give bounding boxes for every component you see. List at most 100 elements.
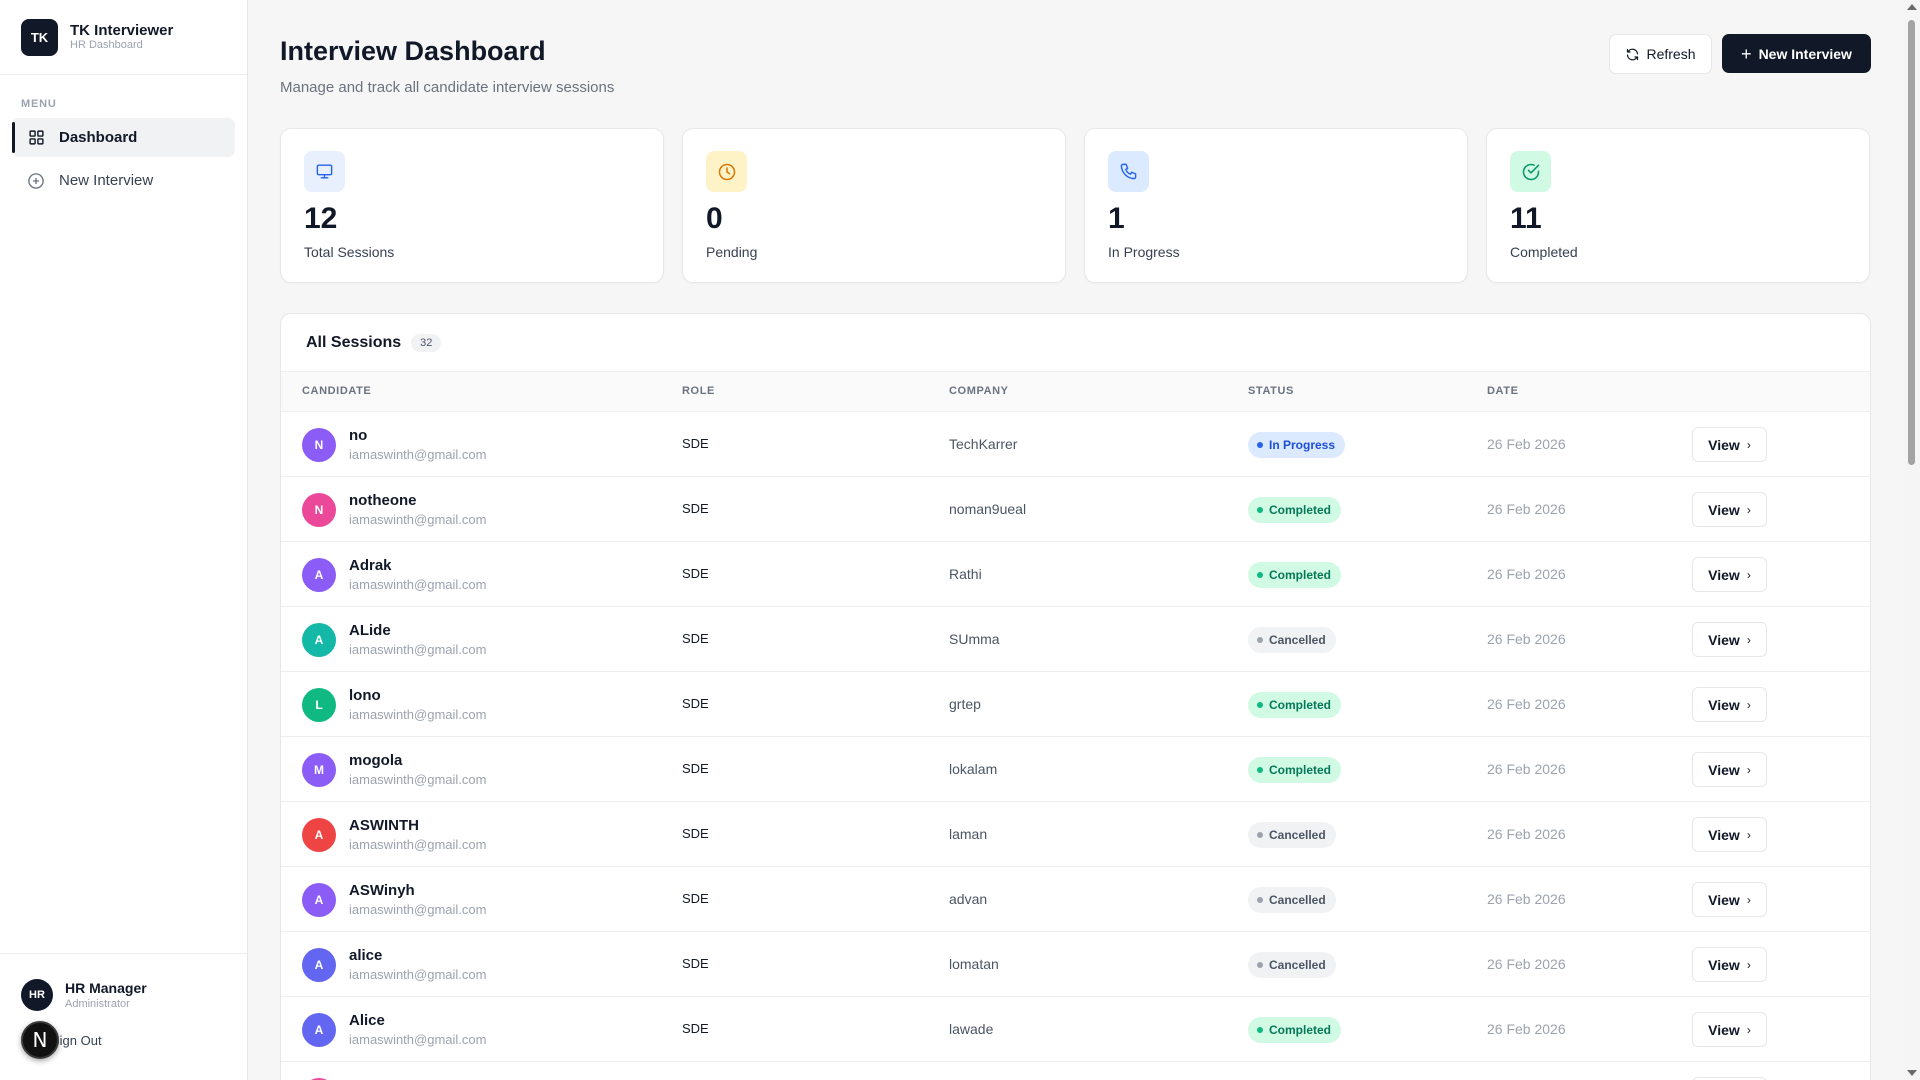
chevron-right-icon: ›	[1746, 762, 1751, 777]
company-cell: grtep	[949, 696, 981, 712]
status-badge: Cancelled	[1248, 887, 1336, 913]
stat-value: 12	[304, 202, 338, 235]
refresh-label: Refresh	[1646, 46, 1696, 62]
sidebar: TK TK Interviewer HR Dashboard MENU Dash…	[0, 0, 248, 1080]
company-cell: lokalam	[949, 761, 998, 777]
candidate-name: alice	[349, 947, 383, 964]
role-cell: SDE	[682, 956, 709, 971]
view-button[interactable]: View ›	[1692, 817, 1767, 852]
table-row[interactable]: A Alice iamaswinth@gmail.com SDE lawade Compl…	[281, 997, 1870, 1062]
grid-icon	[26, 128, 46, 148]
column-header-company: COMPANY	[949, 385, 1009, 397]
status-dot	[1257, 572, 1263, 578]
status-label: Completed	[1269, 503, 1332, 517]
stat-card-total-sessions: 12 Total Sessions	[280, 128, 664, 283]
brand[interactable]: TK TK Interviewer HR Dashboard	[0, 0, 247, 75]
sidebar-nav: Dashboard New Interview	[0, 112, 247, 200]
status-dot	[1257, 832, 1263, 838]
table-row[interactable]: Nnotheone iamaswinth@gmail.com SDE noman9ue…	[281, 477, 1870, 542]
date-cell: 26 Feb 2026	[1487, 436, 1566, 452]
candidate-email: iamaswinth@gmail.com	[349, 447, 487, 462]
candidate-email: iamaswinth@gmail.com	[349, 902, 487, 917]
monitor-icon	[304, 151, 345, 192]
clock-icon	[706, 151, 747, 192]
view-button[interactable]: View ›	[1692, 1012, 1767, 1047]
view-label: View	[1708, 631, 1740, 648]
sidebar-item-label: Dashboard	[59, 129, 138, 146]
company-cell: Rathi	[949, 566, 982, 582]
chevron-right-icon: ›	[1746, 502, 1751, 517]
company-cell: lawade	[949, 1021, 994, 1037]
table-row[interactable]: A ALide iamaswinth@gmail.com SDE SUmma Cancel…	[281, 607, 1870, 672]
status-label: Cancelled	[1269, 828, 1326, 842]
view-button[interactable]: View ›	[1692, 687, 1767, 722]
role-cell: SDE	[682, 436, 709, 451]
user-role: Administrator	[65, 997, 130, 1010]
sessions-table: All Sessions 32 CANDIDATE ROLE COMPANY S…	[280, 313, 1871, 1080]
floating-n-badge[interactable]: N	[21, 1021, 59, 1059]
table-row[interactable]: Mmogola iamaswinth@gmail.com SDE lokalam Com…	[281, 737, 1870, 802]
role-cell: SDE	[682, 891, 709, 906]
refresh-icon	[1627, 48, 1639, 60]
date-cell: 26 Feb 2026	[1487, 1021, 1566, 1037]
stat-label: Total Sessions	[304, 244, 395, 260]
view-button[interactable]: View ›	[1692, 557, 1767, 592]
new-interview-label: New Interview	[1758, 45, 1852, 62]
status-dot	[1257, 442, 1263, 448]
table-row[interactable]: Llono iamaswinth@gmail.com SDE grtep Complet…	[281, 672, 1870, 737]
table-row[interactable]: Aalice iamaswinth@gmail.com SDE lomatan Canc…	[281, 932, 1870, 997]
plus-circle-icon	[26, 171, 46, 191]
page-scrollbar[interactable]	[1903, 0, 1920, 1080]
status-badge: Completed	[1248, 497, 1342, 523]
date-cell: 26 Feb 2026	[1487, 826, 1566, 842]
role-cell: SDE	[682, 696, 709, 711]
date-cell: 26 Feb 2026	[1487, 631, 1566, 647]
date-cell: 26 Feb 2026	[1487, 696, 1566, 712]
company-cell: laman	[949, 826, 988, 842]
view-button[interactable]: View ›	[1692, 427, 1767, 462]
view-label: View	[1708, 761, 1740, 778]
table-row[interactable]	[281, 1062, 1870, 1080]
scroll-up-arrow[interactable]	[1907, 4, 1917, 10]
sidebar-item-dashboard[interactable]: Dashboard	[12, 118, 235, 157]
view-button[interactable]: View ›	[1692, 622, 1767, 657]
company-cell: noman9ueal	[949, 501, 1027, 517]
status-label: Cancelled	[1269, 958, 1326, 972]
view-button[interactable]: View ›	[1692, 752, 1767, 787]
date-cell: 26 Feb 2026	[1487, 891, 1566, 907]
stat-label: In Progress	[1108, 244, 1180, 260]
candidate-email: iamaswinth@gmail.com	[349, 707, 487, 722]
date-cell: 26 Feb 2026	[1487, 956, 1566, 972]
sidebar-item-new-interview[interactable]: New Interview	[12, 161, 235, 200]
avatar: N	[302, 493, 336, 527]
status-badge: Completed	[1248, 692, 1342, 718]
candidate-email: iamaswinth@gmail.com	[349, 1032, 487, 1047]
role-cell: SDE	[682, 566, 709, 581]
stat-value: 1	[1108, 202, 1125, 235]
sidebar-item-label: New Interview	[59, 172, 154, 189]
stat-card-in-progress: 1 In Progress	[1084, 128, 1468, 283]
stat-value: 0	[706, 202, 723, 235]
view-button[interactable]: View ›	[1692, 492, 1767, 527]
sign-out-button[interactable]: N Sign Out	[21, 1021, 102, 1059]
view-button[interactable]: View ›	[1692, 882, 1767, 917]
avatar: A	[302, 623, 336, 657]
refresh-button[interactable]: Refresh	[1609, 34, 1712, 74]
table-row[interactable]: Nno iamaswinth@gmail.com SDE TechKarrer In P…	[281, 412, 1870, 477]
stats-row: 12 Total Sessions 0 Pending 1 In Progres…	[280, 128, 1871, 283]
view-button[interactable]: View ›	[1692, 947, 1767, 982]
status-dot	[1257, 1027, 1263, 1033]
role-cell: SDE	[682, 501, 709, 516]
table-row[interactable]: A ASWinyh iamaswinth@gmail.com SDE advan Canc…	[281, 867, 1870, 932]
scroll-thumb[interactable]	[1908, 20, 1915, 465]
candidate-email: iamaswinth@gmail.com	[349, 837, 487, 852]
candidate-email: iamaswinth@gmail.com	[349, 642, 487, 657]
column-header-role: ROLE	[682, 385, 715, 397]
new-interview-button[interactable]: + New Interview	[1722, 34, 1871, 73]
user-profile[interactable]: HR HR Manager Administrator	[21, 979, 147, 1011]
table-row[interactable]: A ASWINTH iamaswinth@gmail.com SDE laman Canc…	[281, 802, 1870, 867]
user-name: HR Manager	[65, 979, 147, 996]
scroll-down-arrow[interactable]	[1907, 1070, 1917, 1076]
table-row[interactable]: A Adrak iamaswinth@gmail.com SDE Rathi Comple…	[281, 542, 1870, 607]
date-cell: 26 Feb 2026	[1487, 566, 1566, 582]
